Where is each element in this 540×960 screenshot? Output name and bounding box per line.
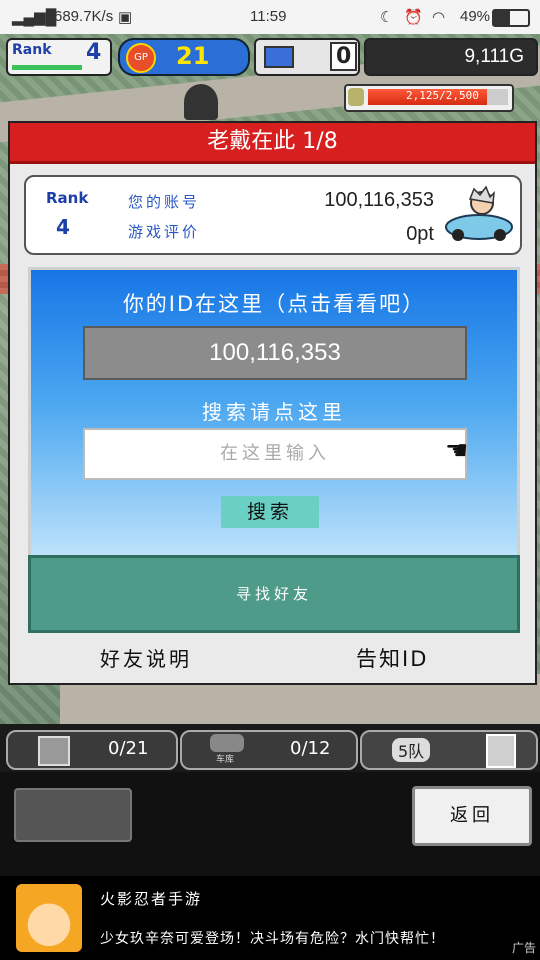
profile-rank-value: 4 xyxy=(56,215,70,239)
stamina-bar: 2,125/2,500 xyxy=(344,84,514,112)
notification-icon: ▣ xyxy=(118,9,133,26)
battery-icon xyxy=(492,9,530,27)
status-bar: ▂▄▆█ 689.7K/s ▣ 11:59 ☾ ⏰ ◠ 49% xyxy=(0,0,540,34)
rank-hud: Rank 4 xyxy=(6,38,112,76)
rating-value: 0pt xyxy=(406,223,434,245)
rank-progress xyxy=(12,65,82,70)
moon-icon: ☾ xyxy=(380,9,394,26)
net-speed: 689.7K/s xyxy=(54,8,114,25)
car-sprite xyxy=(184,84,218,120)
friend-dialog: 老戴在此 1/8 Rank 4 您的账号 游戏评价 100,116,353 0p… xyxy=(8,121,537,685)
profile-card: Rank 4 您的账号 游戏评价 100,116,353 0pt xyxy=(24,175,522,255)
stamina-text: 2,125/2,500 xyxy=(406,89,479,102)
find-friends-button[interactable]: 寻找好友 xyxy=(28,555,520,633)
alarm-icon: ⏰ xyxy=(404,9,423,26)
ad-thumbnail xyxy=(16,884,82,952)
gp-value: 21 xyxy=(176,42,210,70)
friend-id-input[interactable]: 在这里输入 xyxy=(83,428,467,480)
staff-portrait-icon xyxy=(486,734,516,768)
account-value: 100,116,353 xyxy=(324,189,434,211)
signal-icon: ▂▄▆█ xyxy=(12,9,57,26)
wifi-icon: ◠ xyxy=(432,9,446,26)
pc-value: 0 xyxy=(330,42,358,71)
ad-banner[interactable]: 火影忍者手游 少女玖辛奈可爱登场！决斗场有危险？水门快帮忙！ 广告 xyxy=(0,876,540,960)
ad-tag: 广告 xyxy=(511,941,536,955)
warehouse-count: 0/21 xyxy=(108,738,149,759)
battery-percent: 49% xyxy=(460,8,491,25)
search-heading: 搜索请点这里 xyxy=(202,400,346,424)
garage-slot[interactable]: 车库 0/12 xyxy=(180,730,358,770)
pc-hud[interactable]: 0 xyxy=(254,38,360,76)
id-panel: 你的ID在这里（点击看看吧） 100,116,353 搜索请点这里 在这里输入 … xyxy=(28,267,520,563)
message-panel: 返回 xyxy=(0,772,540,876)
id-heading: 你的ID在这里（点击看看吧） xyxy=(122,292,426,316)
garage-car-icon xyxy=(210,734,244,752)
gp-hud[interactable]: GP 21 xyxy=(118,38,250,76)
garage-count: 0/12 xyxy=(290,738,331,759)
friend-help-link[interactable]: 好友说明 xyxy=(100,643,192,672)
gp-coin-icon: GP xyxy=(126,43,156,73)
avatar xyxy=(444,183,514,245)
bottom-bar: 0/21 车库 0/12 5队 xyxy=(0,724,540,772)
ad-text: 少女玖辛奈可爱登场！决斗场有危险？水门快帮忙！ xyxy=(100,931,445,947)
back-button[interactable]: 返回 xyxy=(412,786,532,846)
warehouse-slot[interactable]: 0/21 xyxy=(6,730,178,770)
gold-value: 9,111G xyxy=(464,46,524,67)
team-slot[interactable]: 5队 xyxy=(360,730,538,770)
dialog-title: 老戴在此 1/8 xyxy=(10,123,535,164)
rating-label: 游戏评价 xyxy=(128,223,201,241)
garage-label: 车库 xyxy=(216,755,235,765)
crate-icon xyxy=(38,736,70,766)
computer-icon xyxy=(264,46,294,68)
team-label: 5队 xyxy=(392,738,431,762)
pointing-hand-icon: ☚ xyxy=(445,436,469,466)
tell-id-link[interactable]: 告知ID xyxy=(356,643,428,673)
gold-hud: 9,111G xyxy=(364,38,538,76)
search-button[interactable]: 搜索 xyxy=(221,496,319,528)
rank-value: 4 xyxy=(86,40,102,65)
rank-label: Rank xyxy=(12,42,52,58)
clock: 11:59 xyxy=(250,8,287,25)
account-label: 您的账号 xyxy=(128,193,201,211)
profile-rank-label: Rank xyxy=(46,189,89,207)
my-id-field[interactable]: 100,116,353 xyxy=(83,326,467,380)
message-thumbnail xyxy=(14,788,132,842)
ad-title: 火影忍者手游 xyxy=(100,890,203,908)
stamina-icon xyxy=(348,88,364,106)
